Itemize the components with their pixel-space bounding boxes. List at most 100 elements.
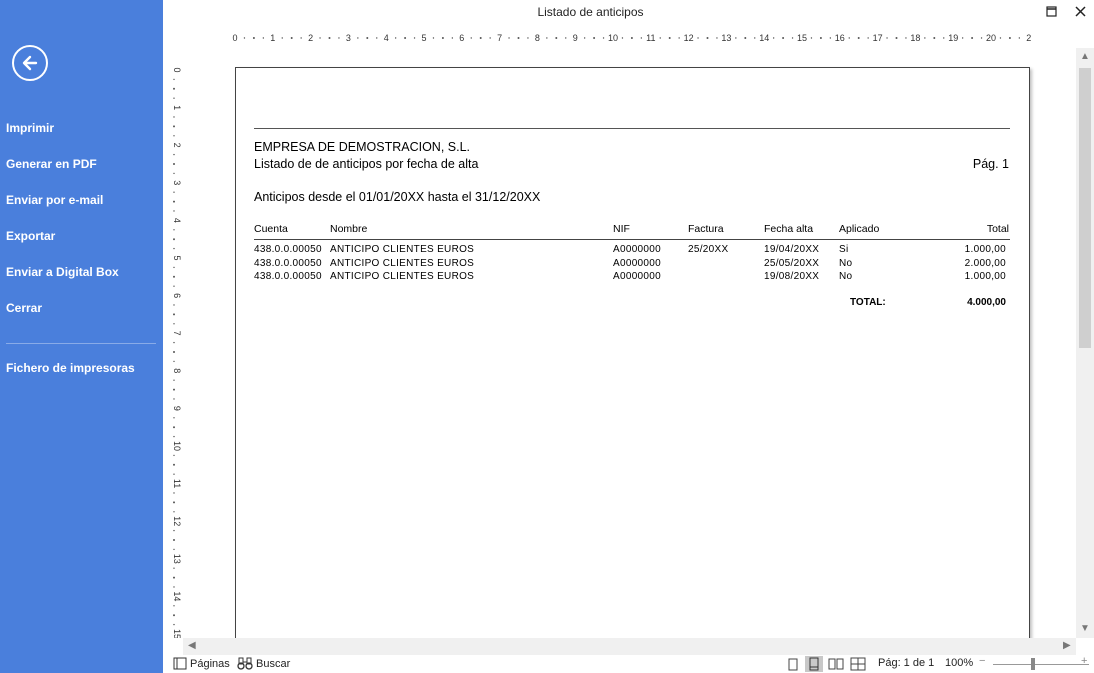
ruler-tick (772, 37, 775, 39)
ruler-tick (413, 37, 416, 39)
back-button[interactable] (12, 45, 48, 81)
ruler-label: 13 (721, 33, 731, 43)
scroll-up-icon[interactable]: ▲ (1080, 51, 1090, 62)
scroll-right-icon[interactable]: ▶ (1063, 640, 1071, 651)
column-header-nif: NIF (613, 223, 630, 235)
ruler-tick (716, 37, 718, 39)
ruler-tick (173, 511, 175, 513)
ruler-tick (173, 417, 175, 419)
ruler-tick (366, 37, 369, 39)
export-menu-item[interactable]: Exportar (6, 229, 55, 243)
ruler-tick (173, 275, 175, 278)
ruler-tick (583, 37, 586, 39)
single-page-icon (788, 658, 798, 670)
page-number: Pág. 1 (972, 157, 1009, 171)
ruler-tick (432, 37, 435, 39)
ruler-tick (735, 37, 737, 39)
email-menu-item[interactable]: Enviar por e-mail (6, 193, 103, 207)
maximize-icon (1045, 5, 1057, 17)
vertical-scroll-thumb[interactable] (1079, 68, 1091, 348)
ruler-tick (791, 37, 794, 39)
cell-aplicado: No (839, 271, 853, 282)
ruler-tick (173, 247, 175, 250)
view-page-width[interactable] (805, 656, 823, 672)
cell-nif: A0000000 (613, 258, 662, 269)
ruler-tick (489, 37, 491, 39)
ruler-label: 2 (1026, 33, 1031, 43)
close-window-button[interactable] (1069, 1, 1091, 21)
pages-icon (173, 657, 187, 670)
column-header-nombre: Nombre (330, 223, 368, 235)
pdf-menu-item[interactable]: Generar en PDF (6, 157, 97, 171)
ruler-tick (668, 37, 671, 39)
ruler-tick (173, 153, 175, 156)
ruler-label: 10 (608, 33, 618, 43)
ruler-label: 19 (948, 33, 958, 43)
ruler-tick (394, 37, 397, 39)
scroll-left-icon[interactable]: ◀ (188, 640, 196, 651)
ruler-tick (678, 37, 680, 39)
ruler-label: 10 (172, 441, 181, 451)
columns-rule (254, 239, 1010, 240)
zoom-level[interactable]: 100% (945, 657, 973, 669)
ruler-label: 5 (421, 33, 426, 43)
ruler-tick (782, 37, 785, 39)
ruler-tick (173, 576, 175, 579)
print-menu-item[interactable]: Imprimir (6, 121, 54, 135)
ruler-tick (252, 37, 255, 39)
pages-button[interactable]: Páginas (173, 657, 230, 670)
ruler-tick (1018, 37, 1021, 39)
horizontal-ruler: 0 1 2 3 4 5 6 7 8 9 10 11 12 13 14 15 16 17 18 19 20 2 (232, 33, 1031, 43)
view-two-pages[interactable] (827, 656, 845, 672)
ruler-tick (706, 37, 709, 39)
ruler-tick (565, 37, 567, 39)
ruler-tick (173, 567, 175, 569)
vertical-scrollbar[interactable]: ▲ ▼ (1076, 48, 1094, 638)
ruler-tick (173, 191, 175, 193)
cell-nombre: ANTICIPO CLIENTES EUROS (330, 258, 475, 269)
printers-file-menu-item[interactable]: Fichero de impresoras (6, 361, 135, 375)
ruler-tick (173, 266, 175, 269)
total-label: TOTAL: (850, 297, 886, 308)
ruler-tick (173, 614, 175, 617)
view-single-page[interactable] (784, 656, 802, 672)
ruler-label: 5 (172, 255, 181, 260)
zoom-slider-track[interactable] (993, 664, 1089, 665)
ruler-tick (300, 37, 302, 39)
cell-cuenta: 438.0.0.00050 (254, 244, 322, 255)
ruler-tick (173, 78, 175, 81)
ruler-tick (173, 463, 175, 466)
ruler-tick (999, 37, 1002, 39)
ruler-tick (470, 37, 472, 39)
ruler-tick (173, 163, 175, 165)
column-header-cuenta: Cuenta (254, 223, 288, 235)
horizontal-scrollbar[interactable]: ◀ ▶ (183, 638, 1076, 655)
maximize-button[interactable] (1040, 1, 1062, 21)
ruler-label: 7 (497, 33, 502, 43)
ruler-label: 18 (910, 33, 920, 43)
ruler-label: 8 (535, 33, 540, 43)
ruler-tick (173, 351, 175, 353)
zoom-slider-thumb[interactable] (1031, 658, 1035, 670)
search-button[interactable]: Buscar (237, 657, 290, 670)
ruler-tick (173, 360, 175, 363)
ruler-tick (173, 605, 175, 607)
ruler-tick (173, 200, 175, 203)
ruler-tick (886, 37, 888, 39)
ruler-tick (1008, 37, 1011, 39)
scroll-down-icon[interactable]: ▼ (1080, 623, 1090, 634)
ruler-tick (895, 37, 898, 39)
cell-cuenta: 438.0.0.00050 (254, 258, 322, 269)
ruler-tick (451, 37, 454, 39)
ruler-tick (971, 37, 974, 39)
ruler-tick (173, 398, 175, 400)
digital-box-menu-item[interactable]: Enviar a Digital Box (6, 265, 119, 279)
ruler-tick (404, 37, 407, 39)
ruler-label: 16 (835, 33, 845, 43)
ruler-tick (173, 135, 175, 137)
cell-total: 2.000,00 (964, 258, 1006, 269)
zoom-out-icon[interactable]: − (979, 655, 985, 667)
view-multi-page[interactable] (849, 656, 867, 672)
close-menu-item[interactable]: Cerrar (6, 301, 42, 315)
zoom-in-icon[interactable]: + (1081, 655, 1087, 667)
